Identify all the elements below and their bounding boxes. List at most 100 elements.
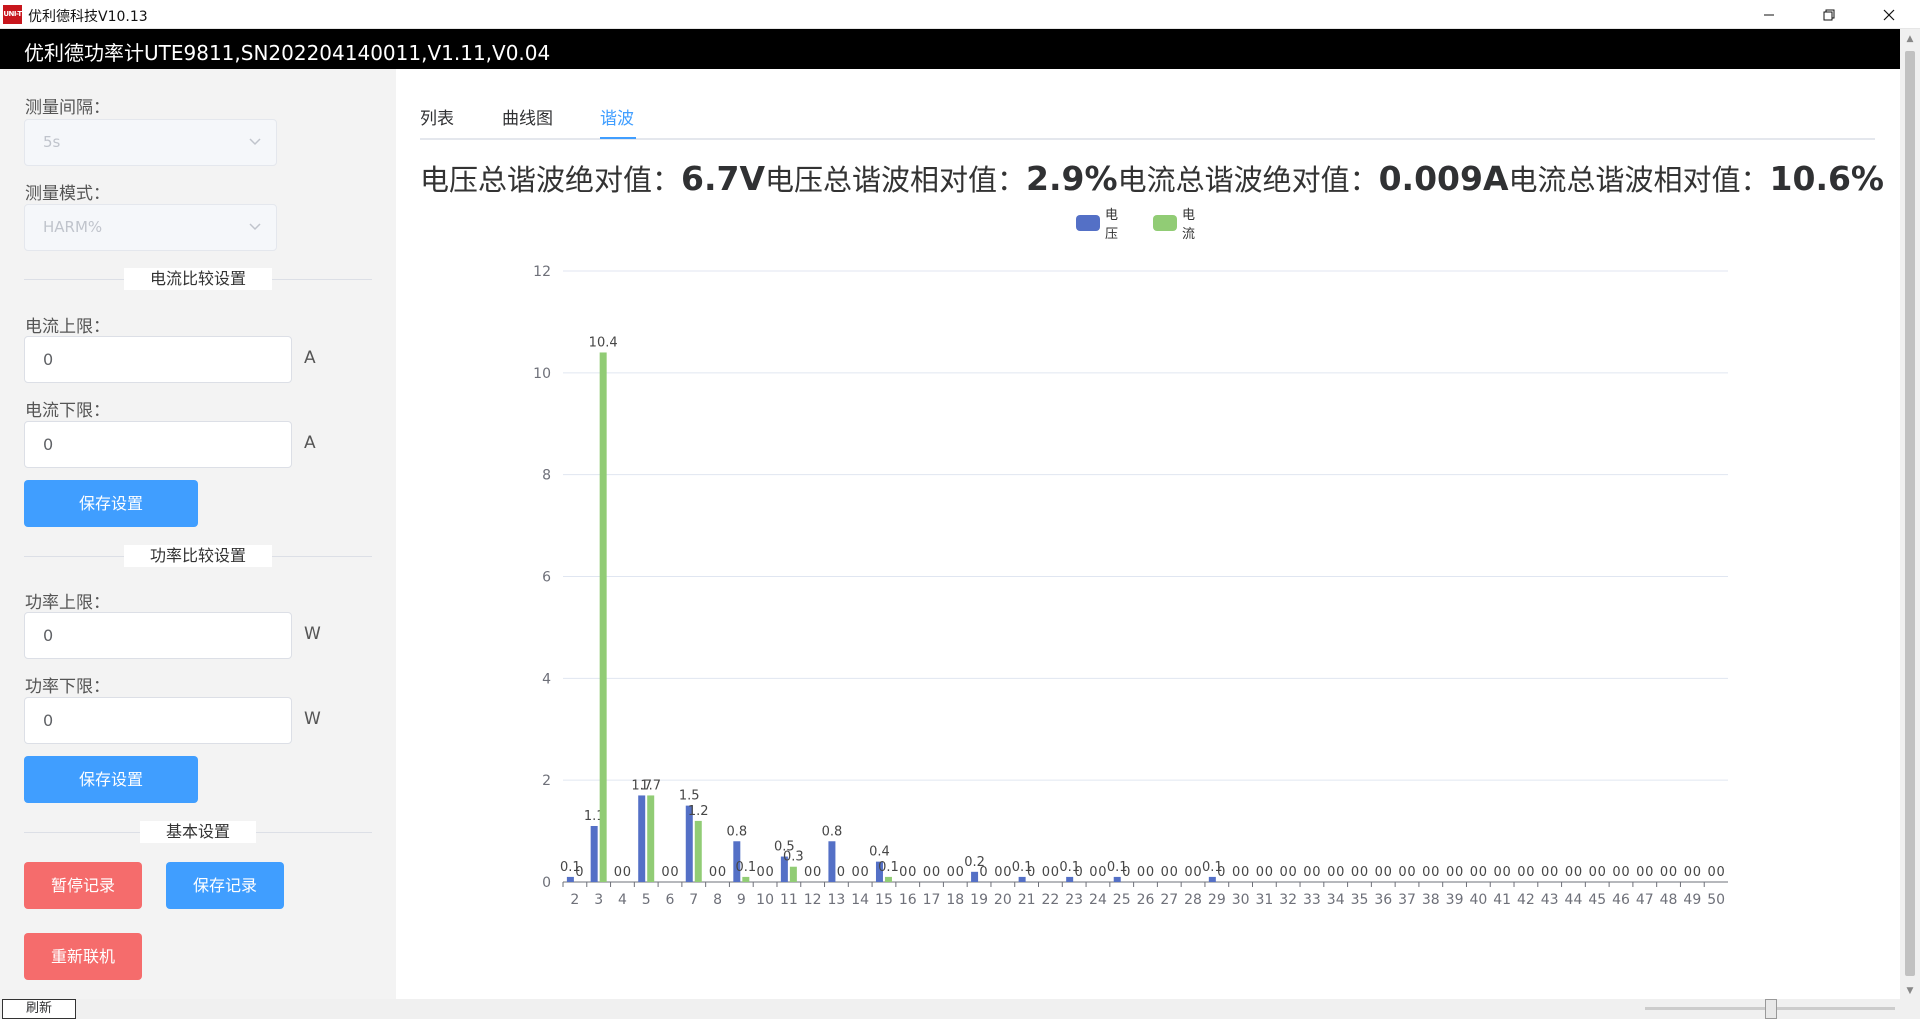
data-label-current: 0.1 [735, 860, 756, 875]
x-tick-label: 16 [899, 892, 917, 908]
x-tick-label: 8 [713, 892, 722, 908]
data-label-voltage: 0 [1137, 865, 1145, 880]
x-tick-label: 30 [1232, 892, 1250, 908]
data-label-current: 0 [1193, 865, 1201, 880]
chevron-down-icon [249, 138, 261, 146]
zoom-slider-thumb[interactable] [1765, 999, 1777, 1019]
data-label-current: 0 [1431, 865, 1439, 880]
x-tick-label: 9 [737, 892, 746, 908]
restore-button[interactable] [1800, 0, 1858, 29]
power-lower-label: 功率下限： [25, 677, 110, 697]
x-tick-label: 40 [1469, 892, 1487, 908]
data-label-voltage: 0 [1042, 865, 1050, 880]
data-label-current: 0 [1075, 865, 1083, 880]
scroll-up-icon[interactable]: ▲ [1900, 29, 1920, 49]
data-label-voltage: 0 [1398, 865, 1406, 880]
app-logo-icon: UNI-T [3, 5, 22, 24]
data-label-current: 1.7 [640, 778, 661, 793]
data-label-voltage: 0 [1232, 865, 1240, 880]
x-tick-label: 46 [1612, 892, 1630, 908]
data-label-voltage: 0 [1589, 865, 1597, 880]
bar-current [694, 820, 702, 882]
x-tick-label: 2 [570, 892, 579, 908]
pause-record-button[interactable]: 暂停记录 [24, 862, 142, 909]
data-label-voltage: 0.8 [726, 824, 747, 839]
y-tick-label: 10 [533, 366, 551, 382]
scrollbar-thumb[interactable] [1905, 51, 1915, 976]
app-header: 优利德功率计UTE9811,SN202204140011,V1.11,V0.04 [0, 29, 1900, 69]
x-tick-label: 37 [1398, 892, 1416, 908]
x-tick-label: 19 [970, 892, 988, 908]
power-upper-input[interactable]: 0 [24, 612, 292, 659]
data-label-voltage: 0 [1493, 865, 1501, 880]
vertical-scrollbar[interactable]: ▲ ▼ [1900, 29, 1920, 1001]
y-tick-label: 0 [542, 875, 551, 891]
save-current-settings-button[interactable]: 保存设置 [24, 480, 198, 527]
data-label-current: 0 [1693, 865, 1701, 880]
data-label-current: 0 [1146, 865, 1154, 880]
data-label-current: 0 [1526, 865, 1534, 880]
settings-sidebar: 测量间隔： 5s 测量模式： HARM% 电流比较设置 电流上限： 0 A 电流… [0, 69, 396, 999]
power-section-title: 功率比较设置 [124, 545, 272, 567]
x-tick-label: 4 [618, 892, 627, 908]
x-tick-label: 39 [1446, 892, 1464, 908]
data-label-current: 0 [813, 865, 821, 880]
scroll-down-icon[interactable]: ▼ [1900, 981, 1920, 1001]
restore-icon [1823, 9, 1835, 20]
data-label-current: 0 [1621, 865, 1629, 880]
x-tick-label: 49 [1683, 892, 1701, 908]
x-tick-label: 22 [1041, 892, 1059, 908]
x-tick-label: 5 [642, 892, 651, 908]
x-tick-label: 18 [946, 892, 964, 908]
x-tick-label: 50 [1707, 892, 1725, 908]
bar-voltage [1066, 876, 1074, 882]
refresh-button[interactable]: 刷新 [2, 999, 76, 1019]
data-label-voltage: 0 [1089, 865, 1097, 880]
y-tick-label: 8 [542, 468, 551, 484]
data-label-voltage: 0 [1660, 865, 1668, 880]
x-tick-label: 15 [875, 892, 893, 908]
bar-current [599, 352, 607, 882]
data-label-current: 0 [1384, 865, 1392, 880]
minimize-button[interactable] [1740, 0, 1798, 29]
data-label-voltage: 0 [1636, 865, 1644, 880]
y-tick-label: 2 [542, 773, 551, 789]
data-label-voltage: 0.8 [822, 824, 843, 839]
data-label-current: 0 [1550, 865, 1558, 880]
save-record-button[interactable]: 保存记录 [166, 862, 284, 909]
mode-select[interactable]: HARM% [24, 204, 277, 251]
save-power-settings-button[interactable]: 保存设置 [24, 756, 198, 803]
data-label-current: 1.2 [688, 804, 709, 819]
x-tick-label: 35 [1351, 892, 1369, 908]
x-tick-label: 27 [1160, 892, 1178, 908]
data-label-voltage: 0 [947, 865, 955, 880]
bar-voltage [566, 876, 574, 882]
x-tick-label: 29 [1208, 892, 1226, 908]
data-label-voltage: 0 [804, 865, 812, 880]
x-tick-label: 47 [1636, 892, 1654, 908]
data-label-voltage: 0 [1280, 865, 1288, 880]
interval-select[interactable]: 5s [24, 119, 277, 166]
x-tick-label: 21 [1018, 892, 1036, 908]
interval-value: 5s [43, 133, 61, 151]
data-label-current: 0 [1170, 865, 1178, 880]
current-lower-input[interactable]: 0 [24, 421, 292, 468]
current-upper-label: 电流上限： [25, 317, 110, 337]
close-button[interactable] [1860, 0, 1918, 29]
data-label-current: 0 [1360, 865, 1368, 880]
x-tick-label: 6 [666, 892, 675, 908]
data-label-voltage: 0 [1565, 865, 1573, 880]
data-label-current: 0 [575, 865, 583, 880]
power-lower-input[interactable]: 0 [24, 697, 292, 744]
data-label-current: 0 [1574, 865, 1582, 880]
data-label-voltage: 0 [756, 865, 764, 880]
data-label-current: 0 [1407, 865, 1415, 880]
reconnect-button[interactable]: 重新联机 [24, 933, 142, 980]
data-label-voltage: 0 [1707, 865, 1715, 880]
current-upper-input[interactable]: 0 [24, 336, 292, 383]
close-icon [1883, 9, 1895, 20]
bar-voltage [971, 871, 979, 882]
data-label-current: 0 [1027, 865, 1035, 880]
data-label-current: 0 [765, 865, 773, 880]
x-tick-label: 7 [689, 892, 698, 908]
